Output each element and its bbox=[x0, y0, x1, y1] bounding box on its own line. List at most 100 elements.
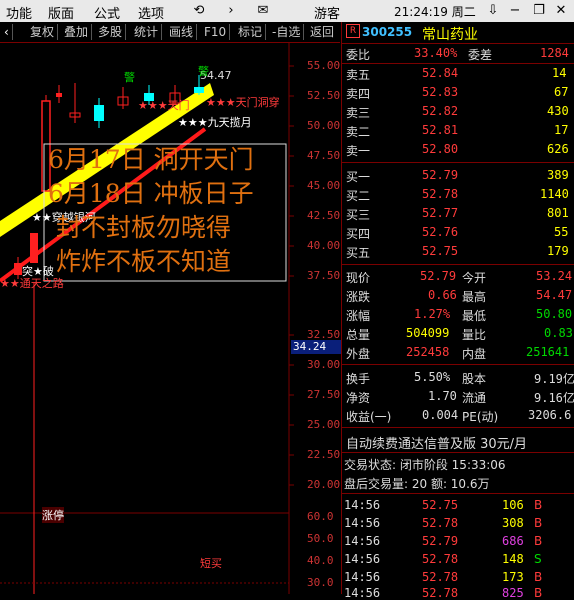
ask-row[interactable]: 卖五 52.84 14 bbox=[342, 64, 574, 83]
fin-label: 净资 bbox=[346, 391, 371, 405]
r-badge-icon: R bbox=[346, 24, 360, 38]
stat-label: 最高 bbox=[462, 290, 487, 304]
tick-row[interactable]: 14:56 52.78 308 B bbox=[342, 514, 574, 533]
ask-row[interactable]: 卖二 52.81 17 bbox=[342, 121, 574, 140]
fin-label: 收益(一) bbox=[346, 410, 392, 424]
overlay-line-2: 6月18日 冲板日子 bbox=[48, 179, 254, 208]
stat-label: 涨幅 bbox=[346, 309, 371, 323]
bid-label: 买一 bbox=[346, 170, 371, 184]
trade-status-row: 交易状态: 闭市阶段 15:33:06 bbox=[342, 454, 574, 473]
fin-label: PE(动) bbox=[462, 410, 499, 424]
promo-banner[interactable]: 自动续费通达信普及版 30元/月 bbox=[342, 431, 574, 452]
bid-row[interactable]: 买三 52.77 801 bbox=[342, 204, 574, 223]
toolbar-diejia[interactable]: 叠加 bbox=[64, 24, 93, 40]
warning-tag: 警 bbox=[124, 71, 135, 84]
chart-toolbar: ‹ 复权 叠加 多股 统计 画线 F10 标记 -自选 返回 bbox=[0, 22, 340, 43]
toolbar-huaxian[interactable]: 画线 bbox=[169, 24, 198, 40]
stat-label: 内盘 bbox=[462, 347, 487, 361]
lower-axis-label: 50.0 bbox=[307, 532, 334, 545]
divider bbox=[342, 264, 574, 265]
stock-header[interactable]: R 300255 常山药业 bbox=[342, 22, 574, 44]
back-icon[interactable]: ⟲ bbox=[190, 2, 208, 20]
ask-row[interactable]: 卖四 52.83 67 bbox=[342, 83, 574, 102]
stat-value: 0.83 bbox=[544, 326, 573, 340]
tick-row[interactable]: 14:56 52.78 148 S bbox=[342, 550, 574, 569]
menu-item-function[interactable]: 功能 bbox=[6, 3, 32, 22]
kline-chart[interactable]: 55.00 52.50 50.00 47.50 45.00 42.50 40.0… bbox=[0, 43, 342, 594]
guest-label[interactable]: 游客 bbox=[314, 3, 340, 22]
forward-icon[interactable]: › bbox=[222, 2, 240, 20]
warning-tag: 警 bbox=[198, 65, 209, 78]
toolbar-f10[interactable]: F10 bbox=[204, 24, 231, 40]
annotation-tianmen-dongchuan: ★★★天门洞穿 bbox=[206, 96, 280, 109]
tick-price: 52.75 bbox=[422, 498, 459, 512]
duanmai-tag: 短买 bbox=[200, 557, 222, 570]
bid-price: 52.75 bbox=[422, 244, 459, 258]
bid-price: 52.79 bbox=[422, 168, 459, 182]
ask-volume: 14 bbox=[552, 66, 567, 80]
menu-item-options[interactable]: 选项 bbox=[138, 3, 164, 22]
axis-label: 22.50 bbox=[307, 448, 341, 461]
divider bbox=[342, 162, 574, 163]
bid-row[interactable]: 买一 52.79 389 bbox=[342, 166, 574, 185]
toolbar-zixuan[interactable]: -自选 bbox=[272, 24, 305, 40]
minimize-icon[interactable]: − bbox=[506, 2, 524, 20]
axis-label: 30.00 bbox=[307, 358, 341, 371]
fin-label: 股本 bbox=[462, 372, 487, 386]
tick-price: 52.78 bbox=[422, 586, 459, 600]
toolbar-fanhui[interactable]: 返回 bbox=[310, 24, 337, 40]
stat-value: 252458 bbox=[406, 345, 450, 359]
toolbar-tongji[interactable]: 统计 bbox=[134, 24, 163, 40]
toolbar-fuquan[interactable]: 复权 bbox=[30, 24, 59, 40]
stat-label: 今开 bbox=[462, 271, 487, 285]
divider bbox=[342, 452, 574, 453]
stat-label: 涨跌 bbox=[346, 290, 371, 304]
bid-row[interactable]: 买二 52.78 1140 bbox=[342, 185, 574, 204]
stat-label: 总量 bbox=[346, 328, 371, 342]
tick-volume: 308 bbox=[502, 516, 524, 530]
tick-side: B bbox=[534, 516, 543, 530]
overlay-line-3: 封不封板勿晓得 bbox=[56, 213, 232, 242]
bid-row[interactable]: 买四 52.76 55 bbox=[342, 223, 574, 242]
stat-label: 现价 bbox=[346, 271, 371, 285]
ask-price: 52.84 bbox=[422, 66, 459, 80]
axis-label: 42.50 bbox=[307, 209, 341, 222]
annotation-tianmen: ★★★天门 bbox=[138, 99, 190, 112]
ask-label: 卖二 bbox=[346, 125, 371, 139]
lower-axis-label: 40.0 bbox=[307, 554, 334, 567]
tick-time: 14:56 bbox=[344, 516, 381, 530]
tick-row[interactable]: 14:56 52.79 686 B bbox=[342, 532, 574, 551]
ask-row[interactable]: 卖三 52.82 430 bbox=[342, 102, 574, 121]
tick-row[interactable]: 14:56 52.75 106 B bbox=[342, 496, 574, 515]
toolbar-duogu[interactable]: 多股 bbox=[98, 24, 127, 40]
close-icon[interactable]: ✕ bbox=[552, 2, 570, 20]
stat-label: 最低 bbox=[462, 309, 487, 323]
stat-value: 52.79 bbox=[420, 269, 457, 283]
bid-row[interactable]: 买五 52.75 179 bbox=[342, 242, 574, 261]
stat-value: 251641 bbox=[526, 345, 570, 359]
tick-row[interactable]: 14:56 52.78 825 B bbox=[342, 574, 574, 600]
restore-icon[interactable]: ❐ bbox=[530, 2, 548, 20]
annotation-tupo: 突★破 bbox=[22, 265, 54, 278]
stat-value: 1.27% bbox=[414, 307, 451, 321]
promo-text[interactable]: 自动续费通达信普及版 30元/月 bbox=[346, 433, 527, 452]
mail-icon[interactable]: ✉ bbox=[254, 2, 272, 20]
fin-value: 3206.6 bbox=[528, 408, 572, 422]
menu-item-layout[interactable]: 版面 bbox=[48, 3, 74, 22]
bid-label: 买四 bbox=[346, 227, 371, 241]
bid-volume: 1140 bbox=[540, 187, 569, 201]
back-arrow-icon[interactable]: ‹ bbox=[4, 24, 13, 40]
bid-price: 52.77 bbox=[422, 206, 459, 220]
ask-label: 卖五 bbox=[346, 68, 371, 82]
annotation-jiutian: ★★★九天揽月 bbox=[178, 116, 252, 129]
ask-row[interactable]: 卖一 52.80 626 bbox=[342, 140, 574, 159]
menu-item-formula[interactable]: 公式 bbox=[94, 3, 120, 22]
axis-label: 27.50 bbox=[307, 388, 341, 401]
axis-label: 50.00 bbox=[307, 119, 341, 132]
ask-label: 卖一 bbox=[346, 144, 371, 158]
bid-volume: 389 bbox=[547, 168, 569, 182]
minimize-arrow-icon[interactable]: ⇩ bbox=[484, 2, 502, 20]
toolbar-biaoji[interactable]: 标记 bbox=[238, 24, 267, 40]
axis-label: 25.00 bbox=[307, 418, 341, 431]
after-hours-volume: 盘后交易量: 20 额: 10.6万 bbox=[344, 477, 490, 491]
